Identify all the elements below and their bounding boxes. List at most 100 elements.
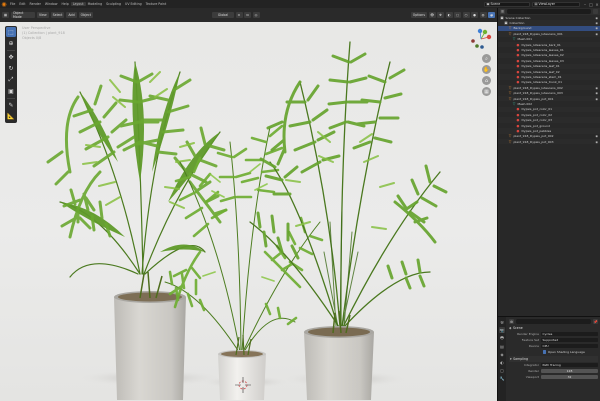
transform-orientation-dropdown[interactable]: Global [212, 12, 234, 18]
overlay-toggle-icon[interactable]: ◐ [445, 12, 453, 18]
scene-context-icon: ◈ [509, 326, 512, 330]
device-label: Device [528, 344, 539, 348]
pot-right [304, 310, 374, 400]
material-icon: ● [516, 48, 520, 53]
3d-viewport[interactable]: User Perspective (1) Collection | plant_… [0, 22, 497, 401]
select-menu[interactable]: Select [50, 12, 65, 18]
visibility-eye-icon[interactable]: ◉ [595, 32, 598, 36]
camera-view-icon[interactable]: ⌂ [482, 76, 491, 85]
gizmo-y-handle[interactable] [482, 29, 488, 35]
viewport-shading-controls: Options 👁 ✥ ◐ ▢ ○ ● ◍ ◕ [410, 12, 495, 18]
outliner-tree: ▣ Scene Collection ◉ ▣ Collection ◉ ▽ Backgroun… [498, 15, 600, 145]
device-dropdown[interactable]: CPU [541, 343, 598, 349]
visibility-eye-icon[interactable]: ◉ [595, 140, 598, 144]
menu-render[interactable]: Render [28, 2, 43, 6]
wireframe-shading-icon[interactable]: ○ [462, 12, 470, 18]
viewport-header: ▦ Object Mode View Select Add Object Glo… [0, 8, 497, 22]
material-shading-icon[interactable]: ◍ [479, 12, 487, 18]
editor-type-icon[interactable]: ▦ [2, 12, 9, 18]
view-layer-tab-icon[interactable]: ▤ [499, 343, 505, 349]
outliner-filter-icon[interactable] [593, 9, 598, 14]
blender-logo-icon[interactable]: ◉ [0, 0, 8, 8]
feature-set-dropdown[interactable]: Supported [541, 337, 598, 343]
viewport-samples-field[interactable]: 32 [541, 374, 598, 380]
properties-search-input[interactable] [516, 319, 591, 324]
add-menu[interactable]: Add [66, 12, 77, 18]
visibility-eye-icon[interactable]: ◉ [595, 86, 598, 90]
gizmo-x-handle[interactable] [486, 34, 492, 40]
workspace-tab-sculpting[interactable]: Sculpting [104, 2, 123, 6]
xray-toggle-icon[interactable]: ▢ [454, 12, 461, 18]
visibility-eye-icon[interactable]: ◉ [595, 26, 598, 30]
annotate-tool-icon[interactable]: ✎ [6, 100, 16, 110]
visibility-eye-icon[interactable]: ◉ [595, 97, 598, 101]
scene-selector[interactable]: ▣ Scene [484, 1, 530, 7]
render-tab-icon[interactable]: 📷 [499, 327, 505, 333]
integrator-dropdown[interactable]: Path Tracing [541, 362, 598, 368]
gizmo-toggle-icon[interactable]: ✥ [437, 12, 444, 18]
render-engine-dropdown[interactable]: Cycles [541, 331, 598, 337]
rotate-tool-icon[interactable]: ↻ [6, 64, 16, 74]
properties-editor-type-icon[interactable]: ⚙ [509, 319, 514, 324]
gizmo-neg-z-handle[interactable] [480, 45, 484, 49]
menu-file[interactable]: File [8, 2, 17, 6]
move-tool-icon[interactable]: ✥ [6, 52, 16, 62]
pan-hand-icon[interactable]: ✋ [482, 65, 491, 74]
visibility-eye-icon[interactable]: ◉ [595, 134, 598, 138]
object-menu[interactable]: Object [78, 12, 93, 18]
workspace-tab-texture-paint[interactable]: Texture Paint [144, 2, 169, 6]
snap-icon[interactable]: ⧉ [244, 12, 251, 18]
object-icon: ▽ [508, 134, 512, 139]
mode-dropdown[interactable]: Object Mode [11, 11, 35, 19]
output-tab-icon[interactable]: 🖶 [499, 335, 505, 341]
close-icon[interactable]: × [594, 0, 600, 8]
navigation-gizmo[interactable] [470, 28, 492, 50]
gizmo-z-handle[interactable] [477, 28, 483, 34]
pivot-icon[interactable]: ⊙ [235, 12, 243, 18]
workspace-tab-uv-editing[interactable]: UV Editing [123, 2, 144, 6]
select-box-tool-icon[interactable]: ⬚ [6, 27, 16, 37]
gizmo-neg-y-handle[interactable] [475, 44, 479, 48]
outliner-row-label: Mesh.002 [517, 101, 533, 106]
options-dropdown[interactable]: Options [410, 12, 427, 18]
transform-tool-icon[interactable]: ▣ [6, 87, 16, 97]
zoom-icon[interactable]: ⌕ [482, 54, 491, 63]
collection-icon: ▣ [500, 15, 504, 20]
visibility-eye-icon[interactable]: ◉ [595, 91, 598, 95]
view-layer-selector[interactable]: ▤ ViewLayer [532, 1, 580, 7]
gizmo-neg-x-handle[interactable] [471, 39, 475, 43]
perspective-toggle-icon[interactable]: ▦ [482, 87, 491, 96]
render-samples-field[interactable]: 128 [541, 368, 598, 374]
menu-edit[interactable]: Edit [17, 2, 27, 6]
outliner-editor-type-icon[interactable]: ☰ [500, 9, 505, 14]
modifier-tab-icon[interactable]: 🔧 [499, 375, 505, 381]
visibility-eye-icon[interactable]: ◉ [595, 16, 598, 20]
world-tab-icon[interactable]: ◐ [499, 359, 505, 365]
outliner-row-label: plant_918_Dypsis_pot_001 [513, 96, 554, 101]
view-menu[interactable]: View [37, 12, 49, 18]
object-icon: ▽ [508, 85, 512, 90]
solid-shading-icon[interactable]: ● [471, 12, 478, 18]
outliner-row[interactable]: ▽ plant_918_Dypsis_pot_003 ◉ [498, 138, 600, 145]
cursor-tool-icon[interactable]: ⊕ [6, 39, 16, 49]
transform-controls: Global ⊙ ⧉ ◎ [212, 12, 260, 18]
menu-help[interactable]: Help [59, 2, 70, 6]
visibility-icon[interactable]: 👁 [428, 12, 436, 18]
visibility-eye-icon[interactable]: ◉ [595, 21, 598, 25]
measure-tool-icon[interactable]: 📐 [6, 112, 16, 122]
viewport-info-text: User Perspective (1) Collection | plant_… [22, 26, 65, 41]
rendered-shading-icon[interactable]: ◕ [488, 12, 495, 18]
proportional-edit-icon[interactable]: ◎ [252, 12, 260, 18]
tool-tab-icon[interactable]: ⚒ [499, 319, 505, 325]
scene-tab-icon[interactable]: ◈ [499, 351, 505, 357]
feature-set-label: Feature Set [521, 338, 539, 342]
object-tab-icon[interactable]: ▢ [499, 367, 505, 373]
scale-tool-icon[interactable]: ⤢ [6, 75, 16, 85]
workspace-tab-layout[interactable]: Layout [70, 2, 86, 6]
osl-checkbox[interactable] [543, 350, 547, 354]
properties-pin-icon[interactable]: 📌 [593, 319, 598, 324]
outliner-search-input[interactable] [507, 9, 591, 14]
view-layer-name: ViewLayer [538, 2, 555, 6]
menu-window[interactable]: Window [43, 2, 60, 6]
workspace-tab-modeling[interactable]: Modeling [86, 2, 105, 6]
